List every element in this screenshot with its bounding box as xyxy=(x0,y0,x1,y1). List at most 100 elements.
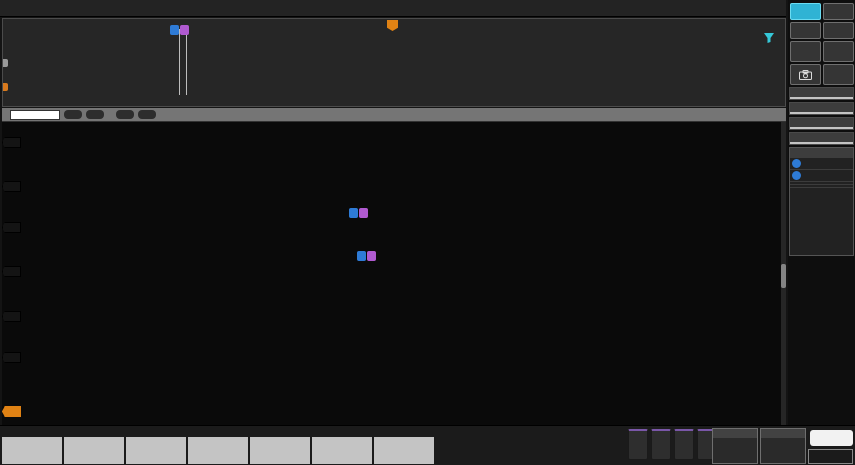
ref2-badge-title xyxy=(312,428,372,437)
cursors-panel-title xyxy=(790,148,853,158)
ref2-badge[interactable] xyxy=(312,428,372,464)
channel-badges xyxy=(2,428,434,464)
overview-cursor-flags xyxy=(170,25,189,35)
meas1-badge[interactable] xyxy=(789,87,854,100)
meas2-stats xyxy=(790,127,853,129)
zoom-toolbar xyxy=(2,108,786,121)
overview-waveform-canvas[interactable] xyxy=(3,30,785,94)
ref1-badge-info xyxy=(250,437,310,464)
measure-button[interactable] xyxy=(789,22,821,39)
cursor-a-readout xyxy=(790,158,853,170)
ch1-badge-title xyxy=(2,428,62,437)
trace-handle-trend4[interactable] xyxy=(2,266,21,277)
trend4-badge[interactable] xyxy=(188,428,248,464)
datetime-box[interactable] xyxy=(808,449,853,464)
trace-handle-ref2[interactable] xyxy=(2,352,21,363)
trace-handle-ref1[interactable] xyxy=(2,311,21,322)
cursor-b-flag[interactable] xyxy=(367,251,376,261)
settings-bar xyxy=(0,425,855,465)
overview-channel-handle[interactable] xyxy=(3,83,8,91)
horizontal-zoom-minus-button[interactable] xyxy=(64,110,82,119)
meas-sparkline-icon xyxy=(844,106,851,110)
cursor-b-flag[interactable] xyxy=(359,208,368,218)
vertical-scrollbar[interactable] xyxy=(781,122,786,426)
ch2-badge-info xyxy=(64,437,124,464)
acquisition-mode-value xyxy=(761,438,805,463)
offline-button[interactable] xyxy=(810,430,853,446)
screenshot-button[interactable] xyxy=(789,64,821,85)
trace-handle-ch1[interactable] xyxy=(2,137,21,148)
cursor-a-flag[interactable] xyxy=(349,208,358,218)
scrollbar-handle[interactable] xyxy=(781,264,786,288)
meas2-badge[interactable] xyxy=(789,117,854,130)
meas4-header xyxy=(790,133,853,142)
zoom-cursor-flags-trend1 xyxy=(349,208,368,218)
more-button[interactable] xyxy=(822,64,854,85)
cursors-button[interactable] xyxy=(789,3,821,20)
cursor-b-flag[interactable] xyxy=(180,25,189,35)
vertical-zoom-minus-button[interactable] xyxy=(116,110,134,119)
vertical-zoom-plus-button[interactable] xyxy=(138,110,156,119)
meas-sparkline-icon xyxy=(844,121,851,125)
trend1-badge-info xyxy=(126,437,186,464)
zoomed-waveform-view[interactable] xyxy=(2,121,786,426)
cursors-readout-panel[interactable] xyxy=(789,147,854,256)
cursor-a-flag[interactable] xyxy=(357,251,366,261)
horizontal-panel-title xyxy=(713,429,757,438)
menu-bar xyxy=(0,0,786,17)
horizontal-zoom-scale-input[interactable] xyxy=(10,109,60,120)
meas-sparkline-icon xyxy=(836,91,843,95)
cursor-a-flag[interactable] xyxy=(170,25,179,35)
meas-sparkline-icon xyxy=(836,106,843,110)
ch1-badge-info xyxy=(2,437,62,464)
cursor-a-line[interactable] xyxy=(179,29,180,95)
trend4-badge-info xyxy=(188,437,248,464)
math1-badge[interactable] xyxy=(374,428,434,464)
tekscope-app xyxy=(0,0,855,465)
add-new-ref-button[interactable] xyxy=(651,429,671,460)
horizontal-zoom-plus-button[interactable] xyxy=(86,110,104,119)
callout-button[interactable] xyxy=(822,3,854,20)
cursor-delta-value xyxy=(790,185,853,188)
trend1-badge-title xyxy=(126,428,186,437)
cursor-a-icon xyxy=(792,159,801,168)
overview-channel-handle[interactable] xyxy=(3,59,8,67)
add-new-button-grid xyxy=(789,3,854,85)
zoom-waveform-canvas[interactable] xyxy=(2,122,785,426)
meas1-stats xyxy=(790,97,853,99)
meas3-badge[interactable] xyxy=(789,102,854,115)
camera-icon xyxy=(798,69,812,80)
ref2-badge-info xyxy=(312,437,372,464)
cursor-b-line[interactable] xyxy=(186,29,187,95)
meas-sparkline-icon xyxy=(844,91,851,95)
horizontal-panel[interactable] xyxy=(712,428,758,464)
meas4-stats xyxy=(790,142,853,144)
meas3-header xyxy=(790,103,853,112)
trace-handle-ch2[interactable] xyxy=(2,181,21,192)
results-sidebar xyxy=(788,0,855,425)
add-new-source-buttons xyxy=(628,429,717,460)
acquisition-panel[interactable] xyxy=(760,428,806,464)
horizontal-scale-value xyxy=(713,438,757,463)
zoom-cursor-flags-trend4 xyxy=(357,251,376,261)
meas2-header xyxy=(790,118,853,127)
ch2-badge-title xyxy=(64,428,124,437)
meas4-badge[interactable] xyxy=(789,132,854,145)
search-button[interactable] xyxy=(822,22,854,39)
math1-badge-title xyxy=(374,428,434,437)
ch1-badge[interactable] xyxy=(2,428,62,464)
results-table-button[interactable] xyxy=(789,41,821,62)
trend1-badge[interactable] xyxy=(126,428,186,464)
funnel-icon[interactable] xyxy=(763,32,775,44)
ch2-badge[interactable] xyxy=(64,428,124,464)
trace-handle-trend1[interactable] xyxy=(2,222,21,233)
plot-button[interactable] xyxy=(822,41,854,62)
add-new-bus-button[interactable] xyxy=(674,429,694,460)
trace-handle-math1[interactable] xyxy=(2,406,21,417)
ref1-badge[interactable] xyxy=(250,428,310,464)
cursor-b-icon xyxy=(792,171,801,180)
add-new-math-button[interactable] xyxy=(628,429,648,460)
overview-time-ruler xyxy=(39,96,751,106)
waveform-overview-panel[interactable] xyxy=(2,18,786,107)
cursor-b-readout xyxy=(790,170,853,182)
